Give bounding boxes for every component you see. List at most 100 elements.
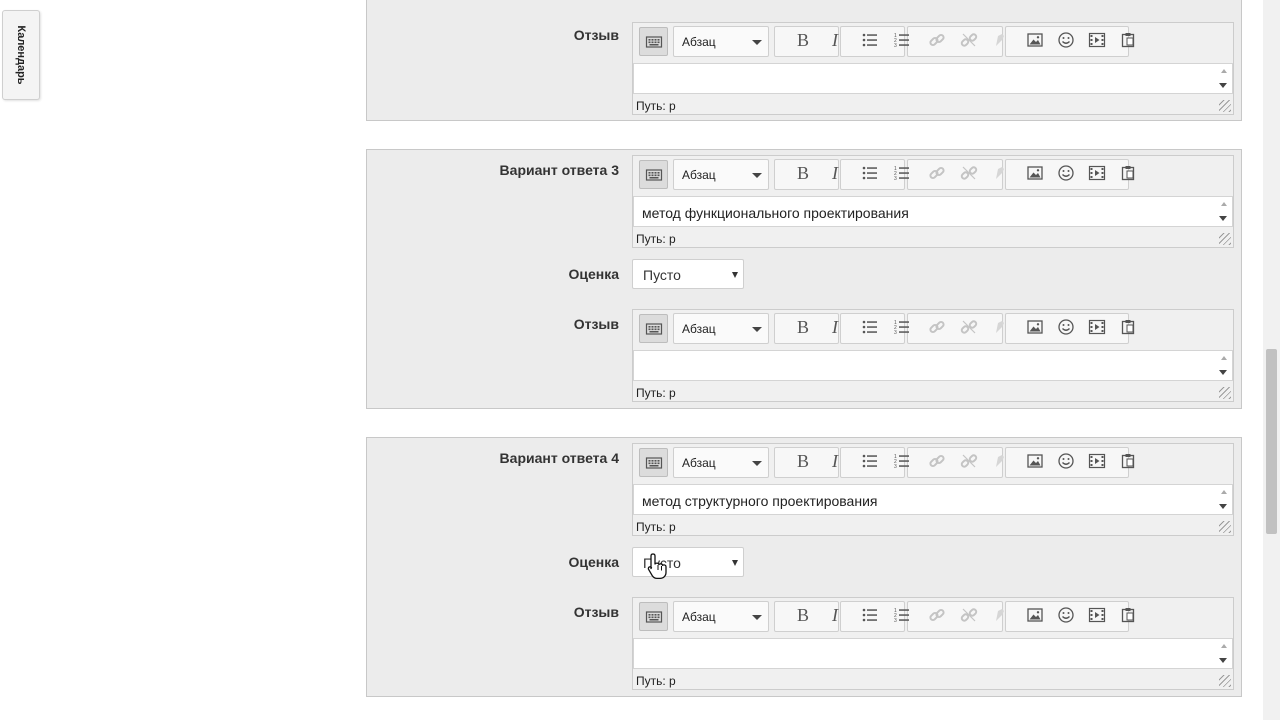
unordered-list-icon[interactable] (855, 313, 884, 340)
media-icon[interactable] (1082, 313, 1111, 340)
editor-textarea[interactable] (633, 63, 1233, 94)
svg-text:I: I (831, 318, 839, 336)
keyboard-toggle-icon[interactable] (639, 314, 668, 343)
calendar-tab[interactable]: Календарь (2, 10, 40, 100)
answer-3-text: метод функционального проектирования (642, 205, 909, 221)
scrollbar-thumb[interactable] (1266, 349, 1277, 534)
answer-2-fieldset: Отзыв Абзац B I 1 2 3 Путь: p (366, 0, 1242, 121)
unlink-icon[interactable] (954, 26, 983, 53)
ordered-list-icon[interactable]: 123 (887, 26, 916, 53)
bold-icon[interactable]: B (788, 313, 817, 340)
editor-textarea[interactable]: метод функционального проектирования (633, 196, 1233, 227)
unlink-icon[interactable] (954, 447, 983, 474)
svg-text:3: 3 (894, 43, 897, 49)
resize-grip-icon[interactable] (1219, 521, 1231, 533)
ordered-list-icon[interactable]: 123 (887, 601, 916, 628)
image-icon[interactable] (1020, 313, 1049, 340)
paragraph-format-select[interactable]: Абзац (673, 447, 769, 478)
unordered-list-icon[interactable] (855, 26, 884, 53)
bold-icon[interactable]: B (788, 26, 817, 53)
emoticon-icon[interactable] (1051, 313, 1080, 340)
bold-icon[interactable]: B (788, 601, 817, 628)
link-icon[interactable] (922, 447, 951, 474)
bold-icon[interactable]: B (788, 447, 817, 474)
link-icon[interactable] (922, 159, 951, 186)
media-icon[interactable] (1082, 447, 1111, 474)
anchor-icon[interactable] (985, 26, 1014, 53)
emoticon-icon[interactable] (1051, 601, 1080, 628)
link-icon[interactable] (922, 313, 951, 340)
editor-path: Путь: p (636, 99, 676, 113)
keyboard-toggle-icon[interactable] (639, 448, 668, 477)
italic-icon[interactable]: I (820, 26, 849, 53)
ordered-list-icon[interactable]: 123 (887, 313, 916, 340)
editor-path: Путь: p (636, 674, 676, 688)
paragraph-format-select[interactable]: Абзац (673, 159, 769, 190)
unordered-list-icon[interactable] (855, 159, 884, 186)
image-icon[interactable] (1020, 26, 1049, 53)
paste-icon[interactable] (1113, 159, 1142, 186)
answer-4-fieldset: Вариант ответа 4 Абзац B I 1 2 3 метод структ… (366, 437, 1242, 697)
paste-icon[interactable] (1113, 26, 1142, 53)
grade-label: Оценка (568, 554, 619, 570)
keyboard-toggle-icon[interactable] (639, 602, 668, 631)
unlink-icon[interactable] (954, 159, 983, 186)
paste-icon[interactable] (1113, 313, 1142, 340)
editor-textarea[interactable]: метод структурного проектирования (633, 484, 1233, 515)
grade-select[interactable]: Пусто (632, 547, 744, 577)
anchor-icon[interactable] (985, 313, 1014, 340)
media-icon[interactable] (1082, 601, 1111, 628)
media-icon[interactable] (1082, 26, 1111, 53)
image-icon[interactable] (1020, 447, 1049, 474)
unordered-list-icon[interactable] (855, 447, 884, 474)
italic-icon[interactable]: I (820, 159, 849, 186)
paragraph-format-select[interactable]: Абзац (673, 26, 769, 57)
editor-textarea[interactable] (633, 350, 1233, 381)
bold-icon[interactable]: B (788, 159, 817, 186)
svg-text:B: B (796, 606, 808, 624)
editor-toolbar: Абзац B I 1 2 3 (636, 25, 1230, 57)
image-icon[interactable] (1020, 601, 1049, 628)
anchor-icon[interactable] (985, 447, 1014, 474)
svg-text:3: 3 (894, 330, 897, 336)
ordered-list-icon[interactable]: 123 (887, 447, 916, 474)
link-icon[interactable] (922, 26, 951, 53)
media-icon[interactable] (1082, 159, 1111, 186)
chevron-down-icon (752, 461, 762, 466)
vertical-scrollbar[interactable] (1263, 0, 1280, 720)
anchor-icon[interactable] (985, 601, 1014, 628)
editor-toolbar: Абзац B I 1 2 3 (636, 600, 1230, 632)
keyboard-toggle-icon[interactable] (639, 27, 668, 56)
italic-icon[interactable]: I (820, 313, 849, 340)
paste-icon[interactable] (1113, 447, 1142, 474)
paste-icon[interactable] (1113, 601, 1142, 628)
resize-grip-icon[interactable] (1219, 675, 1231, 687)
answer-3-fieldset: Вариант ответа 3 Абзац B I 1 2 3 метод функци… (366, 149, 1242, 409)
unordered-list-icon[interactable] (855, 601, 884, 628)
emoticon-icon[interactable] (1051, 447, 1080, 474)
paragraph-format-select[interactable]: Абзац (673, 601, 769, 632)
italic-icon[interactable]: I (820, 447, 849, 474)
italic-icon[interactable]: I (820, 601, 849, 628)
editor-path: Путь: p (636, 520, 676, 534)
image-icon[interactable] (1020, 159, 1049, 186)
link-icon[interactable] (922, 601, 951, 628)
unlink-icon[interactable] (954, 313, 983, 340)
editor-toolbar: Абзац B I 1 2 3 (636, 312, 1230, 344)
unlink-icon[interactable] (954, 601, 983, 628)
ordered-list-icon[interactable]: 123 (887, 159, 916, 186)
answer-3-label: Вариант ответа 3 (499, 162, 619, 178)
feedback-label: Отзыв (573, 604, 619, 620)
editor-textarea[interactable] (633, 638, 1233, 669)
chevron-down-icon (752, 173, 762, 178)
svg-text:B: B (796, 164, 808, 182)
resize-grip-icon[interactable] (1219, 100, 1231, 112)
emoticon-icon[interactable] (1051, 26, 1080, 53)
keyboard-toggle-icon[interactable] (639, 160, 668, 189)
emoticon-icon[interactable] (1051, 159, 1080, 186)
resize-grip-icon[interactable] (1219, 233, 1231, 245)
anchor-icon[interactable] (985, 159, 1014, 186)
paragraph-format-select[interactable]: Абзац (673, 313, 769, 344)
grade-select[interactable]: Пусто (632, 259, 744, 289)
resize-grip-icon[interactable] (1219, 387, 1231, 399)
